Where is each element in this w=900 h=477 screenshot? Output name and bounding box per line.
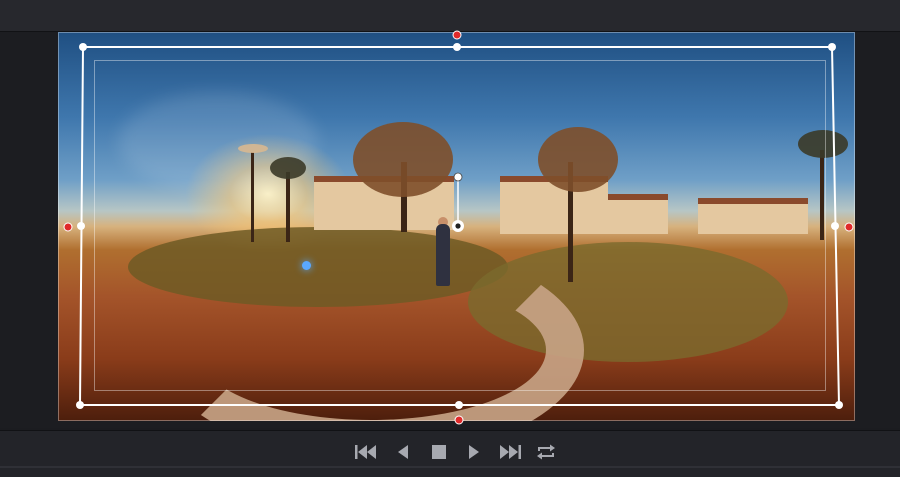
- skip-to-start-button[interactable]: [353, 439, 379, 465]
- building-right: [608, 194, 668, 234]
- palm-trunk: [286, 172, 290, 242]
- building-far-right: [698, 198, 808, 234]
- rotation-handle[interactable]: [453, 172, 463, 182]
- corner-handle-top-left[interactable]: [79, 43, 87, 51]
- palm-crown: [270, 157, 306, 179]
- crop-handle-right[interactable]: [844, 222, 854, 232]
- crop-handle-left[interactable]: [63, 222, 73, 232]
- crop-handle-top[interactable]: [452, 30, 462, 40]
- skip-to-end-button[interactable]: [497, 439, 523, 465]
- transport-controls: [0, 430, 900, 477]
- stop-button[interactable]: [426, 439, 452, 465]
- stop-icon: [432, 445, 446, 459]
- edge-handle-top[interactable]: [453, 43, 461, 51]
- lens-flare: [302, 261, 311, 270]
- edge-handle-right[interactable]: [831, 222, 839, 230]
- loop-button[interactable]: [533, 439, 559, 465]
- edge-handle-left[interactable]: [77, 222, 85, 230]
- person: [436, 224, 450, 286]
- anchor-point-handle[interactable]: [452, 220, 464, 232]
- play-button[interactable]: [461, 439, 487, 465]
- corner-handle-bottom-left[interactable]: [76, 401, 84, 409]
- step-back-button[interactable]: [390, 439, 416, 465]
- palm-crown: [798, 130, 848, 158]
- lamp-post: [251, 152, 254, 242]
- tree-crown: [353, 122, 453, 197]
- crop-handle-bottom[interactable]: [454, 415, 464, 425]
- skip-back-icon: [355, 445, 376, 459]
- play-icon: [469, 445, 479, 459]
- skip-forward-icon: [500, 445, 521, 459]
- edge-handle-bottom[interactable]: [455, 401, 463, 409]
- play-reverse-icon: [398, 445, 408, 459]
- bottom-divider: [0, 466, 900, 468]
- viewer-top-bar: [0, 0, 900, 32]
- loop-icon: [537, 444, 555, 460]
- corner-handle-top-right[interactable]: [828, 43, 836, 51]
- tree-crown: [538, 127, 618, 192]
- palm-trunk: [820, 150, 824, 240]
- lamp-head: [238, 144, 268, 153]
- corner-handle-bottom-right[interactable]: [835, 401, 843, 409]
